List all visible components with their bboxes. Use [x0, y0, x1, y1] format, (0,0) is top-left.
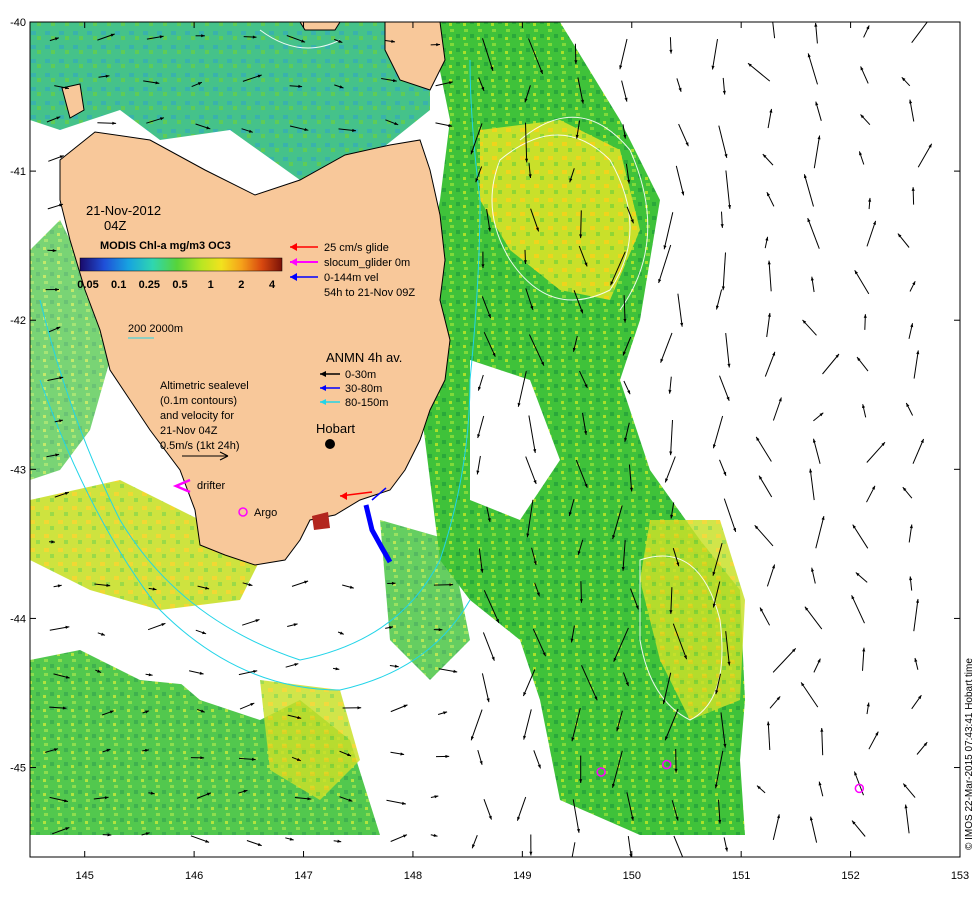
credit-text: © IMOS 22-Mar-2015 07:43:41 Hobart time [964, 658, 975, 850]
anmn-line-1: 0-30m [345, 369, 376, 381]
x-tick-label: 149 [513, 870, 531, 882]
velocity-arrow-head [928, 16, 932, 20]
velocity-arrow-head [683, 861, 686, 865]
x-tick-label: 151 [732, 870, 750, 882]
velocity-arrow-head [569, 864, 572, 868]
altimetry-line-1: Altimetric sealevel [160, 380, 249, 392]
x-tick-label: 145 [76, 870, 94, 882]
altimetry-line-5: 0.5m/s (1kt 24h) [160, 440, 239, 452]
colorbar-tick-label: 1 [208, 279, 214, 291]
bathy-legend-label: 200 2000m [128, 323, 183, 335]
velocity-arrow [581, 210, 582, 238]
velocity-arrow-head [771, 17, 774, 21]
y-tick-label: -40 [10, 17, 26, 29]
x-tick-label: 152 [841, 870, 859, 882]
y-tick-label: -41 [10, 166, 26, 178]
anmn-line-3: 80-150m [345, 397, 388, 409]
glider-legend-line-1: 25 cm/s glide [324, 242, 389, 254]
x-tick-label: 146 [185, 870, 203, 882]
legend-date: 21-Nov-2012 [86, 203, 161, 218]
hobart-label: Hobart [316, 421, 355, 436]
colorbar-tick-label: 2 [238, 279, 244, 291]
colorbar [80, 258, 282, 271]
altimetry-line-3: and velocity for [160, 410, 234, 422]
y-tick-label: -44 [10, 613, 26, 625]
chlorophyll-map: Hobart 21-Nov-2012 04Z MODIS Chl-a mg/m3… [0, 0, 980, 900]
glider-legend-line-2: slocum_glider 0m [324, 257, 410, 269]
legend-time: 04Z [104, 218, 126, 233]
north-islets [300, 22, 340, 30]
colorbar-tick-label: 4 [269, 279, 276, 291]
y-tick-label: -42 [10, 315, 26, 327]
glider-legend-line-3: 0-144m vel [324, 272, 378, 284]
drifter-label: drifter [197, 480, 225, 492]
y-tick-label: -43 [10, 464, 26, 476]
colorbar-tick-label: 0.5 [172, 279, 187, 291]
colorbar-title: MODIS Chl-a mg/m3 OC3 [100, 240, 231, 252]
colorbar-tick-label: 0.25 [139, 279, 160, 291]
anmn-line-2: 30-80m [345, 383, 382, 395]
colorbar-tick-label: 0.1 [111, 279, 126, 291]
x-tick-label: 148 [404, 870, 422, 882]
glider-legend-line-4: 54h to 21-Nov 09Z [324, 287, 415, 299]
map-figure: Hobart 21-Nov-2012 04Z MODIS Chl-a mg/m3… [0, 0, 980, 900]
x-tick-label: 147 [294, 870, 312, 882]
x-tick-label: 153 [951, 870, 969, 882]
x-tick-label: 150 [623, 870, 641, 882]
altimetry-line-4: 21-Nov 04Z [160, 425, 218, 437]
argo-legend-label: Argo [254, 507, 277, 519]
colorbar-tick-label: 0.05 [77, 279, 98, 291]
altimetry-line-2: (0.1m contours) [160, 395, 237, 407]
anmn-title: ANMN 4h av. [326, 350, 402, 365]
y-tick-label: -45 [10, 763, 26, 775]
hobart-marker [325, 439, 335, 449]
